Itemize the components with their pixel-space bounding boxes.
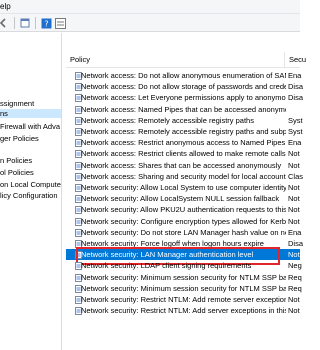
menu-help[interactable]: elp xyxy=(0,2,11,11)
tree-item-audit-policy[interactable]: licy Configuration xyxy=(0,191,58,200)
policy-row[interactable]: Network security: Do not store LAN Manag… xyxy=(66,227,301,238)
policy-setting: Disa xyxy=(288,239,304,248)
policy-row[interactable]: Network access: Restrict clients allowed… xyxy=(66,148,300,159)
policy-setting: Ena xyxy=(288,71,302,80)
policy-setting: Disa xyxy=(288,82,304,92)
policy-name: Network security: Restrict NTLM: Add rem… xyxy=(81,295,286,304)
policy-name: Network access: Let Everyone permissions… xyxy=(81,93,286,103)
policy-row[interactable]: Network access: Remotely accessible regi… xyxy=(66,115,303,126)
policy-setting: Not xyxy=(288,160,300,170)
policy-row[interactable]: Network access: Shares that can be acces… xyxy=(66,160,300,171)
policy-name: Network security: Configure encryption t… xyxy=(81,216,286,226)
policy-row[interactable]: Network security: LDAP client signing re… xyxy=(66,260,302,271)
policy-name: Network security: Allow PKU2U authentica… xyxy=(81,205,286,215)
policy-setting: Clas xyxy=(288,171,304,181)
selected-policy-row[interactable]: Network security: LAN Manager authentica… xyxy=(66,247,300,266)
policy-row[interactable]: Network security: Force logoff when logo… xyxy=(66,238,303,249)
tree-item-security-options[interactable]: ns xyxy=(0,109,61,118)
policy-setting: Not xyxy=(288,183,300,192)
policy-setting: Not xyxy=(288,295,300,304)
policy-row[interactable]: Network access: Restrict anonymous acces… xyxy=(66,137,301,148)
policy-name: Network security: Allow Local System to … xyxy=(81,183,286,192)
policy-row[interactable]: Network access: Sharing and security mod… xyxy=(66,171,303,182)
toolbar-separator xyxy=(35,17,36,29)
policy-row[interactable]: Network access: Do not allow storage of … xyxy=(66,81,303,92)
policy-row[interactable]: Network security: Minimum session securi… xyxy=(66,283,302,294)
policy-setting: Req xyxy=(288,283,302,293)
policy-setting: Neg xyxy=(288,261,302,271)
policy-setting: Syst xyxy=(288,115,303,125)
properties-icon[interactable] xyxy=(54,17,66,29)
policy-setting: Not xyxy=(288,205,300,215)
column-header-security[interactable]: Secu xyxy=(285,52,306,68)
tree-item-windows-firewall[interactable]: Firewall with Adva xyxy=(0,122,60,131)
policy-name: Network access: Do not allow storage of … xyxy=(81,82,286,92)
column-header-policy[interactable]: Policy xyxy=(66,52,284,68)
policy-name: Network security: Restrict NTLM: Add ser… xyxy=(81,306,286,316)
policy-row[interactable]: Network access: Let Everyone permissions… xyxy=(66,92,303,103)
policy-name: Network security: Do not store LAN Manag… xyxy=(81,227,286,237)
column-header-policy-label: Policy xyxy=(70,55,91,64)
toolbar: ? xyxy=(0,14,300,32)
policy-row[interactable]: Network security: Restrict NTLM: Add ser… xyxy=(66,305,300,316)
policy-setting: Not xyxy=(288,194,300,204)
help-icon[interactable]: ? xyxy=(40,17,52,29)
policy-name: Network access: Sharing and security mod… xyxy=(81,171,286,181)
policy-setting: Ena xyxy=(288,138,302,148)
policy-row[interactable]: Network access: Do not allow anonymous e… xyxy=(66,70,301,81)
policy-name: Network security: LAN Manager authentica… xyxy=(81,250,254,260)
policy-row[interactable]: Network access: Remotely accessible regi… xyxy=(66,126,303,137)
policy-row[interactable]: Network security: Restrict NTLM: Add rem… xyxy=(66,294,300,305)
back-icon[interactable] xyxy=(0,17,10,29)
column-header-security-label: Secu xyxy=(289,55,307,64)
policy-setting: Not xyxy=(288,216,300,226)
policy-row[interactable]: Network security: Minimum session securi… xyxy=(66,272,302,283)
policy-setting: Disa xyxy=(288,93,304,103)
policy-name: Network access: Restrict anonymous acces… xyxy=(81,138,286,148)
policy-name: Network access: Named Pipes that can be … xyxy=(81,104,286,114)
toolbar-separator xyxy=(14,17,15,29)
policy-name: Network access: Remotely accessible regi… xyxy=(81,115,254,125)
policy-name: Network access: Remotely accessible regi… xyxy=(81,127,286,136)
policy-name: Network access: Do not allow anonymous e… xyxy=(81,71,286,80)
policy-name: Network security: Force logoff when logo… xyxy=(81,239,264,248)
policy-row[interactable]: Network security: Allow Local System to … xyxy=(66,182,300,193)
menu-bar: elp xyxy=(0,0,300,14)
tree-item-software-restriction[interactable]: n Policies xyxy=(0,156,32,165)
policy-name: Network security: Minimum session securi… xyxy=(81,272,286,282)
policy-name: Network security: Minimum session securi… xyxy=(81,283,286,293)
policy-setting: Ena xyxy=(288,227,302,237)
policy-row[interactable]: Network access: Named Pipes that can be … xyxy=(66,104,300,115)
policy-setting: Syst xyxy=(288,127,303,136)
policy-row[interactable]: Network security: Allow PKU2U authentica… xyxy=(66,204,300,215)
policy-setting: Not xyxy=(288,250,300,260)
svg-text:?: ? xyxy=(44,19,48,28)
tree-item-network-list-manager[interactable]: ger Policies xyxy=(0,134,39,143)
policy-row[interactable]: Network security: Configure encryption t… xyxy=(66,216,300,227)
policy-setting: Not xyxy=(288,149,300,159)
tree-item-application-control[interactable]: ol Policies xyxy=(0,168,34,177)
policy-name: Network access: Shares that can be acces… xyxy=(81,160,282,170)
tree-item-ip-security[interactable]: on Local Compute xyxy=(0,180,61,189)
policy-name: Network access: Restrict clients allowed… xyxy=(81,149,286,159)
policy-name: Network security: Allow LocalSystem NULL… xyxy=(81,194,280,204)
tree-item-user-rights-assignment[interactable]: ssignment xyxy=(0,99,34,108)
tree-pane: ssignment ns Firewall with Adva ger Poli… xyxy=(0,33,62,350)
policy-row[interactable]: Network security: Allow LocalSystem NULL… xyxy=(66,193,300,204)
policy-setting: Not xyxy=(288,306,300,316)
forward-icon[interactable] xyxy=(19,17,31,29)
policy-setting: Req xyxy=(288,272,302,282)
policy-name: Network security: LDAP client signing re… xyxy=(81,261,252,271)
